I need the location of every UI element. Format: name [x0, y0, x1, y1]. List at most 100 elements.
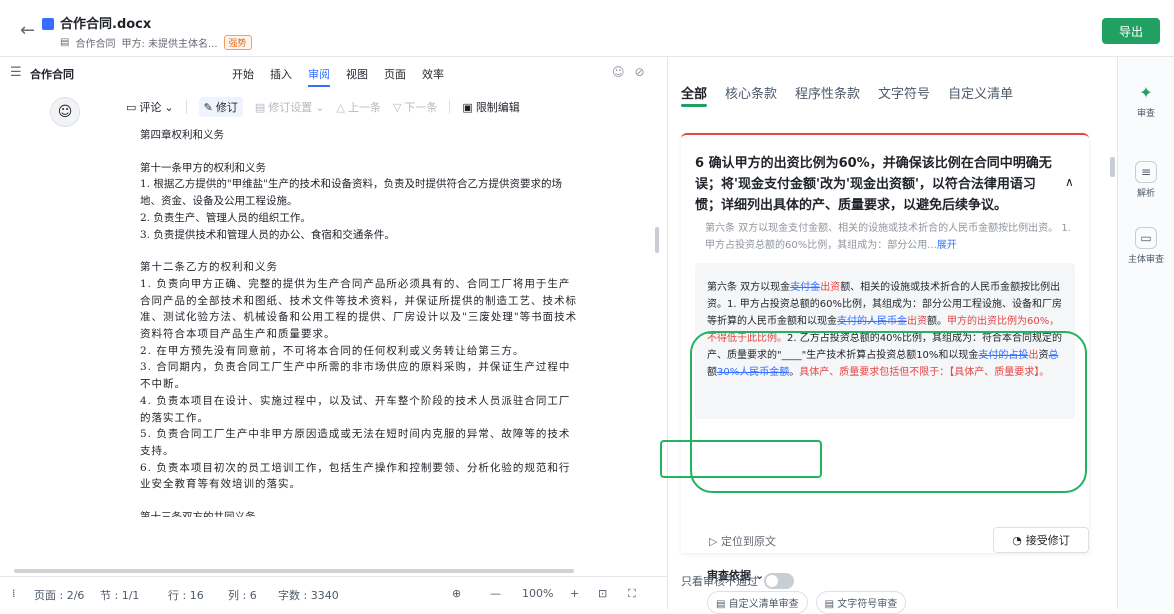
- prev-label: 上一条: [347, 101, 381, 114]
- section-indicator: 节 : 1/1: [100, 589, 140, 602]
- ribbon-right-icons: ☺ ⊘: [612, 65, 645, 79]
- horizontal-scrollbar[interactable]: [14, 569, 574, 573]
- comment-button[interactable]: ▭ 评论 ⌄: [126, 99, 174, 115]
- fullscreen-icon[interactable]: ⛶: [628, 587, 636, 601]
- tab-procedural-clauses[interactable]: 程序性条款: [795, 83, 860, 102]
- original-snippet: 第六条 双方以现金支付金额、相关的设施或技术折合的人民币金额按比例出资。 1. …: [705, 223, 1071, 251]
- settings-icon: ▤: [254, 100, 266, 114]
- restrict-edit-button[interactable]: ▣ 限制编辑: [462, 99, 519, 115]
- paragraph: 3. 合同期内，负责合同工厂生产中所需的非市场供应的原料采购，并保证生产过程中不…: [140, 361, 571, 391]
- locate-label: 定位到原文: [720, 535, 776, 548]
- chevron-down-icon: ⌄: [315, 100, 325, 114]
- deleted-text: 支付的人民币金: [837, 316, 907, 327]
- paragraph: 2. 在甲方预先没有同意前，不可将本合同的任何权利或义务转让给第三方。: [140, 344, 525, 357]
- track-icon: ✎: [203, 100, 213, 114]
- review-panel: 全部 核心条款 程序性条款 文字符号 自定义清单 6 确认甲方的出资比例为60%…: [669, 57, 1118, 614]
- article-heading-cut: 第十三条双方的共同义务: [140, 511, 256, 518]
- paragraph: 1. 根据乙方提供的"甲维盐"生产的技术和设备资料，负责及时提供符合乙方提供资要…: [140, 178, 563, 208]
- lock-doc-icon: ▣: [462, 100, 473, 114]
- zoom-in-icon[interactable]: +: [570, 587, 579, 600]
- tab-core-clauses[interactable]: 核心条款: [725, 83, 777, 102]
- editor-doc-name: 合作合同: [30, 68, 74, 81]
- accept-label: 接受修订: [1025, 534, 1070, 547]
- assistant-avatar[interactable]: ☺: [50, 97, 80, 127]
- track-changes-button[interactable]: ✎ 修订: [198, 97, 243, 117]
- sidebar-label: 解析: [1136, 189, 1155, 199]
- fit-page-icon[interactable]: ⊡: [598, 587, 607, 600]
- ribbon-menus: 开始 插入 审阅 视图 页面 效率: [232, 66, 444, 87]
- prev-button[interactable]: △ 上一条: [336, 99, 380, 115]
- accept-revision-button[interactable]: ◔ 接受修订: [993, 527, 1089, 553]
- hamburger-menu-icon[interactable]: ☰: [10, 65, 22, 80]
- language-globe-icon[interactable]: ⊕: [452, 587, 461, 600]
- docx-icon: [42, 18, 54, 30]
- article-heading: 第十一条甲方的权利和义务: [140, 161, 266, 174]
- down-triangle-icon: ▽: [392, 100, 402, 114]
- tab-custom-list[interactable]: 自定义清单: [948, 83, 1013, 102]
- card-title: 6 确认甲方的出资比例为60%，并确保该比例在合同中明确无误；将'现金支付金额'…: [695, 156, 1052, 213]
- subtitle-party: 甲方: 未提供主体名...: [121, 39, 218, 50]
- expand-link[interactable]: 展开: [937, 240, 957, 251]
- locate-icon: ▷: [709, 535, 718, 548]
- outline-icon[interactable]: ⁞: [12, 587, 16, 600]
- paragraph: 2. 负责生产、管理人员的组织工作。: [140, 211, 311, 224]
- inserted-text: 出资: [907, 316, 927, 327]
- divider: [185, 100, 187, 114]
- track-settings-button[interactable]: ▤ 修订设置 ⌄: [255, 99, 325, 115]
- paragraph: 5. 负责合同工厂生产中非甲方原因造成或无法在短时间内克服的异常、故障等的技术支…: [140, 428, 571, 457]
- only-failed-toggle[interactable]: [764, 573, 794, 589]
- chip-text-symbol-review[interactable]: ▤ 文字符号审查: [815, 591, 907, 614]
- paragraph: 1. 负责向甲方正确、完整的提供为生产合同产品所必须具有的、合同工厂将用于生产合…: [140, 277, 578, 341]
- top-bar: ← 合作合同.docx ▤ 合作合同 甲方: 未提供主体名... 强势 导出: [0, 0, 1174, 57]
- tab-all[interactable]: 全部: [681, 83, 707, 102]
- menu-review[interactable]: 审阅: [308, 66, 330, 87]
- assistant-icon[interactable]: ☺: [612, 65, 625, 79]
- page-indicator[interactable]: 页面 : 2/6: [34, 587, 84, 603]
- menu-efficiency[interactable]: 效率: [422, 66, 444, 87]
- track-settings-label: 修订设置: [268, 101, 313, 114]
- divider: [449, 100, 451, 114]
- menu-page[interactable]: 页面: [384, 66, 406, 87]
- text-segment: 额。: [927, 316, 947, 327]
- strength-tag[interactable]: 强势: [223, 35, 252, 50]
- vertical-scrollbar[interactable]: [655, 227, 659, 253]
- up-triangle-icon: △: [336, 100, 345, 114]
- sidebar-label: 主体审查: [1127, 255, 1164, 265]
- file-icon: ▤: [60, 37, 70, 48]
- comment-label: 评论: [139, 101, 162, 114]
- chevron-up-icon[interactable]: ∧: [1065, 175, 1074, 189]
- chip-custom-list-review[interactable]: ▤ 自定义清单审查: [707, 591, 808, 614]
- accept-icon: ◔: [1012, 533, 1022, 547]
- review-toolbar: ▭ 评论 ⌄ ✎ 修订 ▤ 修订设置 ⌄ △ 上一条 ▽ 下一条 ▣ 限制编辑: [126, 97, 520, 117]
- collapse-icon[interactable]: ⊘: [635, 65, 645, 79]
- panel-scrollbar[interactable]: [1110, 157, 1115, 177]
- only-failed-label: 只看审核不通过: [681, 575, 758, 588]
- zoom-out-icon[interactable]: —: [490, 587, 501, 600]
- tab-text-symbols[interactable]: 文字符号: [878, 83, 930, 102]
- entity-doc-icon: ▭: [1135, 227, 1157, 249]
- export-button[interactable]: 导出: [1102, 18, 1160, 44]
- next-button[interactable]: ▽ 下一条: [393, 99, 437, 115]
- deleted-text: 支付金: [790, 282, 821, 293]
- sidebar-item-entity-review[interactable]: ▭ 主体审查: [1126, 227, 1166, 265]
- menu-insert[interactable]: 插入: [270, 66, 292, 87]
- review-tabs: 全部 核心条款 程序性条款 文字符号 自定义清单: [681, 83, 1013, 102]
- menu-start[interactable]: 开始: [232, 66, 254, 87]
- col-indicator: 列 : 6: [228, 589, 257, 602]
- basis-chips: ▤ 自定义清单审查 ▤ 文字符号审查: [707, 591, 907, 614]
- chip-label: 文字符号审查: [837, 599, 898, 610]
- sidebar-label: 审查: [1136, 109, 1155, 119]
- paragraph: 4. 负责本项目在设计、实施过程中，以及试、开车整个阶段的技术人员派驻合同工厂的…: [140, 394, 571, 424]
- document-body[interactable]: 第四章权利和义务 第十一条甲方的权利和义务 1. 根据乙方提供的"甲维盐"生产的…: [140, 127, 580, 517]
- menu-view[interactable]: 视图: [346, 66, 368, 87]
- chip-label: 自定义清单审查: [728, 599, 799, 610]
- sidebar-item-review[interactable]: ✦ 审查: [1126, 81, 1166, 120]
- sidebar-item-parse[interactable]: ≡ 解析: [1126, 161, 1166, 199]
- right-sidebar: ✦ 审查 ≡ 解析 ▭ 主体审查: [1118, 57, 1174, 609]
- locate-original-button[interactable]: ▷ 定位到原文: [709, 533, 776, 549]
- document-title: 合作合同.docx: [60, 17, 152, 32]
- word-count: 字数 : 3340: [278, 589, 339, 602]
- back-arrow-icon[interactable]: ←: [20, 20, 35, 41]
